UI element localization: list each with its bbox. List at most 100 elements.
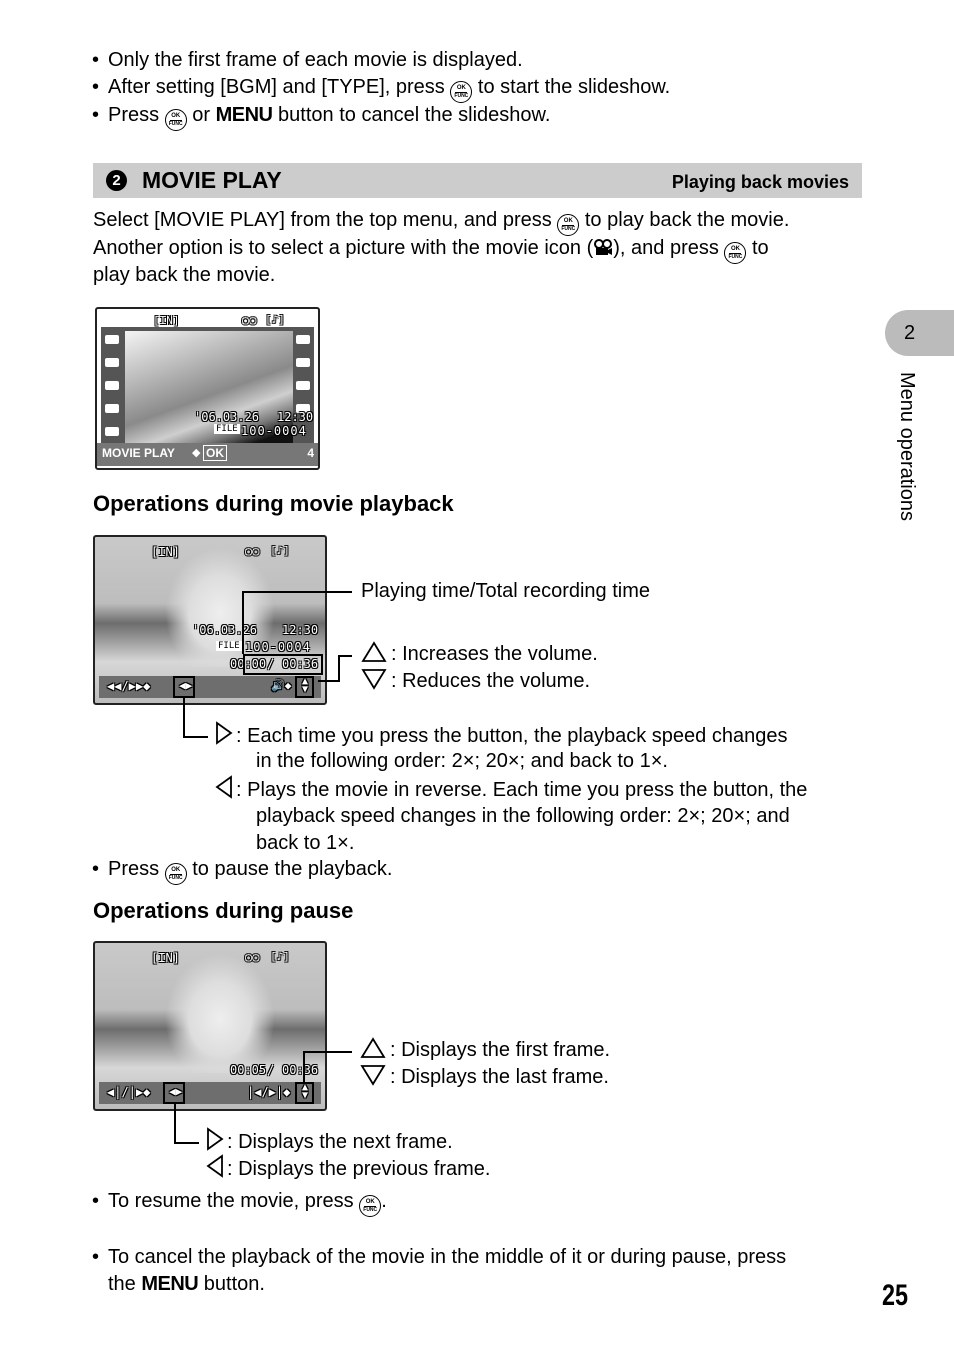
playback-screen: [IN] ○○ [♪] '06.03.26 12:30 FILE 100-000… (93, 535, 327, 705)
callout-line (242, 591, 244, 654)
up-down-highlight (295, 676, 314, 698)
up-down-highlight (295, 1082, 314, 1104)
left-arrow-icon (214, 775, 234, 807)
func-label: FUNC (168, 875, 183, 881)
section-subtitle: Playing back movies (671, 172, 849, 192)
callout-line (318, 680, 340, 682)
rewind-fastforward-icon: ◀◀/▶▶◆ (107, 679, 151, 693)
left-right-highlight (163, 1082, 185, 1104)
section-header: 2 MOVIE PLAY Playing back movies (93, 163, 862, 198)
chapter-label-text: Menu operations (896, 372, 918, 521)
frame-step-icon: ◀|/|▶◆ (107, 1085, 151, 1099)
note-text: : Displays the previous frame. (227, 1158, 491, 1180)
date-readout: '06.03.26 (194, 410, 260, 424)
callout-line (174, 1103, 176, 1143)
previous-frame-note: : Displays the previous frame. (205, 1154, 490, 1186)
volume-icon: 🔊◆ (271, 679, 292, 692)
section-number-badge: 2 (106, 170, 127, 191)
bullet-first-frame: Only the first frame of each movie is di… (92, 47, 523, 74)
ok-button-indicator: OK (203, 445, 227, 461)
bullet-text: Press (108, 104, 165, 126)
note-text: : Displays the first frame. (390, 1039, 611, 1061)
total-time: 00:36 (282, 1063, 319, 1077)
control-bar: ◀◀/▶▶◆ ◀▶ 🔊◆ ▲ ▼ (99, 676, 321, 698)
ok-func-button-icon: OK FUNC (450, 81, 473, 103)
bullet-text: To cancel the playback of the movie in t… (108, 1246, 787, 1268)
ok-label: OK (455, 85, 468, 93)
left-arrow-icon (205, 1154, 225, 1186)
elapsed-time: 00:05 (230, 1063, 267, 1077)
page-number: 25 (882, 1279, 909, 1312)
time-readout: 12:30 (282, 623, 319, 637)
func-label: FUNC (561, 226, 576, 232)
intro-text: to (746, 237, 769, 259)
seagull-image (165, 953, 275, 1073)
bullet-text: Press (108, 858, 165, 880)
intro-line-3: play back the movie. (93, 264, 276, 286)
bullet-text: After setting [BGM] and [TYPE], press (108, 76, 451, 98)
time-highlight (243, 654, 323, 675)
arrow-icon: ◆ (192, 447, 201, 459)
first-last-frame-icon: |◀/▶|◆ (247, 1085, 291, 1099)
ok-label: OK (169, 113, 182, 121)
bullet-text: the (108, 1273, 142, 1295)
bullet-bgm-type: After setting [BGM] and [TYPE], press OK… (92, 74, 671, 103)
ok-label: OK (729, 246, 742, 254)
bullet-resume: To resume the movie, press OKFUNC. (92, 1188, 387, 1217)
chapter-number: 2 (904, 322, 916, 344)
left-button-note-cont: playback speed changes in the following … (256, 805, 790, 827)
bullet-text: . (381, 1190, 387, 1212)
menu-button-label: MENU (141, 1273, 199, 1295)
intro-text: Select [MOVIE PLAY] from the top menu, a… (93, 209, 558, 231)
intro-line-2: Another option is to select a picture wi… (93, 235, 769, 264)
callout-line (183, 736, 208, 738)
up-arrow-icon (360, 1037, 386, 1067)
up-arrow-icon (361, 641, 387, 671)
file-number: 100-0004 (245, 640, 311, 654)
sound-icon: [♪] (270, 950, 290, 963)
memory-indicator: [IN] (153, 314, 180, 327)
chapter-label: Menu operations (892, 372, 922, 552)
note-text: : Displays the next frame. (227, 1131, 453, 1153)
date-readout: '06.03.26 (192, 623, 258, 637)
first-frame-note: : Displays the first frame. (360, 1037, 610, 1067)
menu-button-label: MENU (215, 104, 273, 126)
callout-line (303, 1051, 352, 1053)
movie-icon: ○○ (245, 544, 260, 558)
callout-line (338, 655, 340, 682)
screen-footer: MOVIE PLAY ◆ OK 4 (97, 443, 318, 466)
movie-play-screen: [IN] ○○ [♪] '06.03.26 12:30 FILE 100-000… (95, 307, 320, 470)
ok-label: OK (169, 867, 182, 875)
callout-playing-time: Playing time/Total recording time (361, 580, 651, 602)
intro-text: ), and press (613, 237, 725, 259)
left-right-highlight (173, 676, 195, 698)
ok-func-button-icon: OK FUNC (164, 863, 187, 885)
control-bar: ◀|/|▶◆ ◀▶ |◀/▶|◆ ▲ ▼ (99, 1082, 321, 1104)
note-text: : Plays the movie in reverse. Each time … (236, 779, 808, 801)
down-arrow-icon (360, 1064, 386, 1094)
bullet-pause-playback: Press OKFUNC to pause the playback. (92, 856, 392, 885)
bullet-text: button. (198, 1273, 265, 1295)
func-label: FUNC (168, 121, 183, 127)
note-text: : Displays the last frame. (390, 1066, 609, 1088)
bullet-cancel-playback-cont: the MENU button. (108, 1271, 265, 1298)
bullet-cancel-slideshow: Press OKFUNC or MENU button to cancel th… (92, 102, 551, 131)
bullet-text: button to cancel the slideshow. (272, 104, 551, 126)
frame-count: 4 (307, 446, 314, 460)
file-icon: FILE (216, 641, 242, 651)
time-readout: 12:30 (277, 410, 314, 424)
ok-func-button-icon: OK FUNC (724, 242, 747, 264)
callout-line (303, 1051, 305, 1083)
ok-func-button-icon: OK FUNC (557, 214, 580, 236)
pause-heading: Operations during pause (93, 898, 354, 923)
ok-label: OK (562, 218, 575, 226)
bullet-text: to start the slideshow. (472, 76, 671, 98)
bullet-text: To resume the movie, press (108, 1190, 360, 1212)
down-arrow-icon (361, 668, 387, 698)
right-button-note-cont: in the following order: 2×; 20×; and bac… (256, 750, 668, 772)
sound-icon: [♪] (270, 544, 290, 557)
bullet-text: Only the first frame of each movie is di… (108, 49, 523, 71)
chapter-tab: 2 (885, 310, 954, 356)
volume-down-note: : Reduces the volume. (361, 668, 590, 698)
func-label: FUNC (728, 254, 743, 260)
